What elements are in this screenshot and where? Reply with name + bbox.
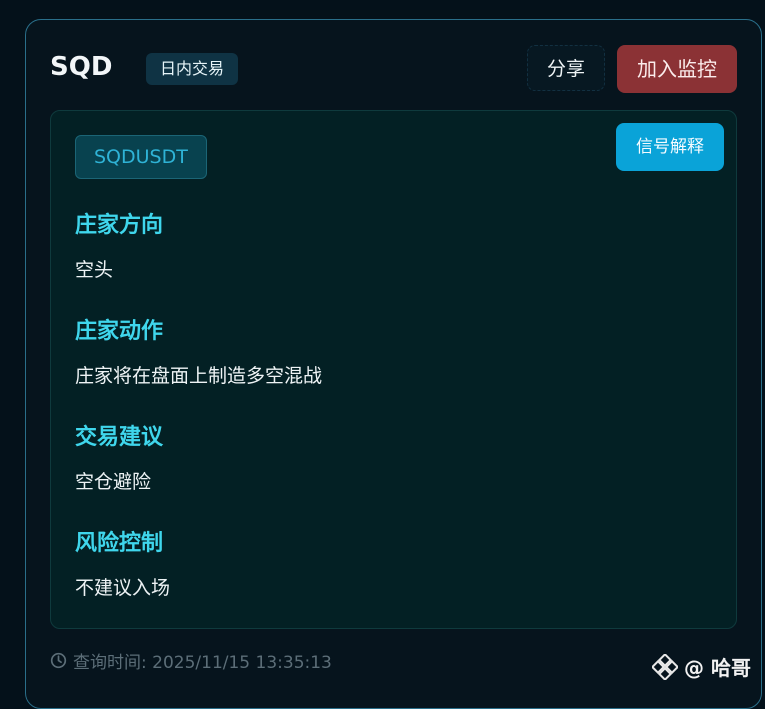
symbol-title: SQD — [50, 52, 113, 82]
section-value: 庄家将在盘面上制造多空混战 — [75, 365, 323, 387]
section-title: 庄家方向 — [75, 213, 164, 238]
signal-explain-button[interactable]: 信号解释 — [616, 123, 724, 171]
signal-panel: SQDUSDT 信号解释 庄家方向 空头 庄家动作 庄家将在盘面上制造多空混战 … — [50, 110, 737, 629]
section-title: 庄家动作 — [75, 319, 164, 344]
signal-card: SQD 日内交易 分享 加入监控 SQDUSDT 信号解释 庄家方向 空头 庄家… — [25, 19, 762, 709]
mode-badge: 日内交易 — [146, 53, 239, 85]
clock-icon — [50, 652, 67, 669]
add-monitor-button[interactable]: 加入监控 — [617, 45, 737, 93]
section-value: 不建议入场 — [75, 577, 171, 599]
query-time: 查询时间: 2025/11/15 13:35:13 — [50, 648, 332, 673]
watermark-text: @ 哈哥 — [684, 656, 751, 680]
query-time-text: 查询时间: 2025/11/15 13:35:13 — [73, 653, 332, 673]
section-action: 庄家动作 庄家将在盘面上制造多空混战 — [75, 313, 322, 388]
section-direction: 庄家方向 空头 — [75, 207, 163, 282]
card-header: SQD 日内交易 分享 加入监控 — [50, 44, 737, 94]
share-button[interactable]: 分享 — [527, 45, 605, 91]
watermark: @ 哈哥 — [652, 652, 751, 681]
section-title: 风险控制 — [75, 531, 164, 556]
binance-logo-icon — [652, 653, 678, 680]
section-value: 空仓避险 — [75, 471, 152, 493]
pair-tag: SQDUSDT — [75, 135, 207, 179]
section-advice: 交易建议 空仓避险 — [75, 419, 163, 494]
section-title: 交易建议 — [75, 425, 164, 450]
section-value: 空头 — [75, 259, 114, 281]
section-risk: 风险控制 不建议入场 — [75, 525, 170, 600]
